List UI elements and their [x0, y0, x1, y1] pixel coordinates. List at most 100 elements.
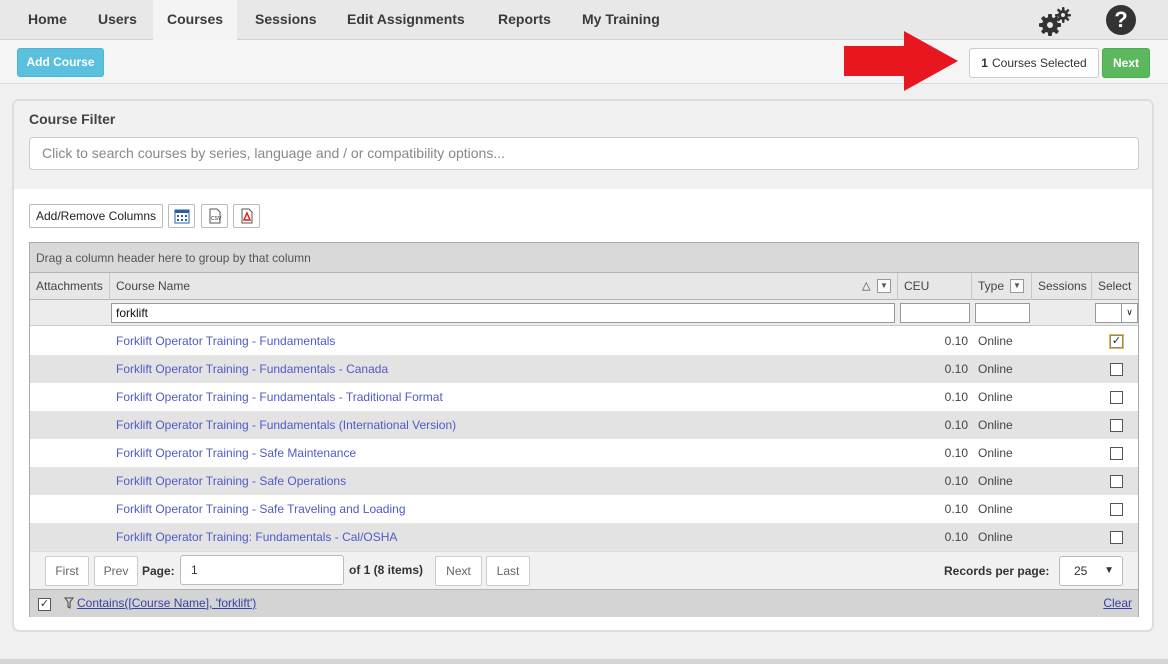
course-ceu: 0.10 [944, 446, 968, 460]
grid-header: Attachments Course Name △ ▼ CEU Type ▼ S… [30, 273, 1138, 300]
pager-page-input[interactable]: 1 [180, 555, 344, 585]
grid-pager: First Prev Page: 1 of 1 (8 items) Next L… [30, 551, 1138, 589]
course-name-link[interactable]: Forklift Operator Training: Fundamentals… [116, 523, 397, 551]
nav-sessions[interactable]: Sessions [241, 0, 330, 40]
course-ceu: 0.10 [944, 502, 968, 516]
selected-label: Courses Selected [991, 56, 1087, 70]
course-name-link[interactable]: Forklift Operator Training - Safe Mainte… [116, 439, 356, 467]
header-sessions[interactable]: Sessions [1032, 273, 1092, 300]
course-type: Online [978, 418, 1013, 432]
ceu-filter-input[interactable] [900, 303, 970, 323]
course-name-link[interactable]: Forklift Operator Training - Fundamental… [116, 383, 443, 411]
courses-grid: Drag a column header here to group by th… [29, 242, 1139, 617]
help-icon[interactable]: ? [1106, 5, 1136, 35]
course-type: Online [978, 446, 1013, 460]
select-checkbox[interactable]: ✓ [1109, 334, 1124, 349]
select-checkbox[interactable] [1110, 363, 1123, 376]
course-ceu: 0.10 [944, 530, 968, 544]
type-filter-dropdown-icon[interactable]: ▼ [1010, 279, 1024, 293]
course-type: Online [978, 530, 1013, 544]
nav-users[interactable]: Users [84, 0, 151, 40]
nav-home[interactable]: Home [14, 0, 81, 40]
table-row[interactable]: Forklift Operator Training - Fundamental… [30, 383, 1138, 411]
header-attachments[interactable]: Attachments [30, 273, 110, 300]
clear-filter-link[interactable]: Clear [1103, 596, 1132, 610]
records-per-page-label: Records per page: [944, 564, 1050, 578]
top-nav: Home Users Courses Sessions Edit Assignments… [0, 0, 1168, 40]
nav-reports[interactable]: Reports [484, 0, 565, 40]
pager-prev-button[interactable]: Prev [94, 556, 138, 586]
table-row[interactable]: Forklift Operator Training - Fundamental… [30, 327, 1138, 355]
select-checkbox[interactable] [1110, 391, 1123, 404]
course-name-filter-input[interactable]: forklift [111, 303, 895, 323]
course-ceu: 0.10 [944, 474, 968, 488]
header-ceu[interactable]: CEU [898, 273, 972, 300]
course-type: Online [978, 390, 1013, 404]
action-toolbar: Add Course 1 Courses Selected Next [0, 40, 1168, 84]
select-checkbox[interactable] [1110, 419, 1123, 432]
table-row[interactable]: Forklift Operator Training - Safe Operat… [30, 467, 1138, 495]
filter-status-bar: ✓ Contains([Course Name], 'forklift') Cl… [30, 589, 1138, 617]
header-course-name-label: Course Name [116, 279, 191, 293]
course-filter-input[interactable]: Click to search courses by series, langu… [29, 137, 1139, 170]
course-name-link[interactable]: Forklift Operator Training - Fundamental… [116, 355, 388, 383]
header-course-name[interactable]: Course Name △ ▼ [110, 273, 898, 300]
sort-asc-icon[interactable]: △ [862, 273, 870, 299]
select-checkbox[interactable] [1110, 447, 1123, 460]
course-ceu: 0.10 [944, 390, 968, 404]
course-name-link[interactable]: Forklift Operator Training - Safe Operat… [116, 467, 346, 495]
dropdown-caret-icon: ▼ [1104, 565, 1114, 576]
column-filter-dropdown-icon[interactable]: ▼ [877, 279, 891, 293]
nav-courses[interactable]: Courses [153, 0, 238, 40]
gear-icon[interactable] [1036, 5, 1072, 37]
table-row[interactable]: Forklift Operator Training - Safe Mainte… [30, 439, 1138, 467]
pager-page-label: Page: [142, 564, 175, 578]
select-checkbox[interactable] [1110, 503, 1123, 516]
table-row[interactable]: Forklift Operator Training: Fundamentals… [30, 523, 1138, 551]
group-by-bar[interactable]: Drag a column header here to group by th… [30, 243, 1138, 273]
select-checkbox[interactable] [1110, 475, 1123, 488]
course-name-link[interactable]: Forklift Operator Training - Fundamental… [116, 411, 456, 439]
pdf-export-icon[interactable] [233, 204, 260, 228]
calendar-export-icon[interactable] [168, 204, 195, 228]
grid-filter-row: forklift ∨ [30, 300, 1138, 326]
course-type: Online [978, 502, 1013, 516]
header-type[interactable]: Type ▼ [972, 273, 1032, 300]
table-row[interactable]: Forklift Operator Training - Fundamental… [30, 411, 1138, 439]
add-remove-columns-button[interactable]: Add/Remove Columns [29, 204, 163, 228]
page-bottom-border [0, 659, 1168, 664]
filter-enabled-checkbox[interactable]: ✓ [38, 598, 51, 611]
course-ceu: 0.10 [944, 334, 968, 348]
nav-my-training[interactable]: My Training [568, 0, 674, 40]
nav-edit-assignments[interactable]: Edit Assignments [333, 0, 479, 40]
pager-last-button[interactable]: Last [486, 556, 530, 586]
course-ceu: 0.10 [944, 362, 968, 376]
course-panel: Course Filter Click to search courses by… [12, 99, 1154, 632]
csv-export-icon[interactable]: CSV [201, 204, 228, 228]
chevron-down-icon[interactable]: ∨ [1121, 303, 1137, 323]
pager-of-text: of 1 (8 items) [349, 563, 424, 577]
records-per-page-value: 25 [1074, 564, 1088, 578]
records-per-page-select[interactable]: 25 ▼ [1059, 556, 1123, 586]
filter-expression-link[interactable]: Contains([Course Name], 'forklift') [77, 596, 256, 610]
pager-first-button[interactable]: First [45, 556, 89, 586]
header-select[interactable]: Select [1092, 273, 1138, 300]
selected-count: 1 [981, 56, 988, 70]
pager-next-button[interactable]: Next [435, 556, 482, 586]
table-row[interactable]: Forklift Operator Training - Safe Travel… [30, 495, 1138, 523]
table-row[interactable]: Forklift Operator Training - Fundamental… [30, 355, 1138, 383]
course-name-link[interactable]: Forklift Operator Training - Fundamental… [116, 327, 335, 355]
select-filter-dropdown[interactable]: ∨ [1095, 303, 1138, 323]
course-name-link[interactable]: Forklift Operator Training - Safe Travel… [116, 495, 406, 523]
filter-funnel-icon [64, 597, 74, 609]
next-button[interactable]: Next [1102, 48, 1150, 78]
course-filter-title: Course Filter [29, 111, 116, 127]
course-type: Online [978, 334, 1013, 348]
svg-text:CSV: CSV [211, 216, 222, 222]
type-filter-input[interactable] [975, 303, 1030, 323]
course-type: Online [978, 474, 1013, 488]
add-course-button[interactable]: Add Course [17, 48, 104, 77]
courses-selected-indicator[interactable]: 1 Courses Selected [969, 48, 1099, 78]
select-checkbox[interactable] [1110, 531, 1123, 544]
header-type-label: Type [978, 279, 1005, 293]
